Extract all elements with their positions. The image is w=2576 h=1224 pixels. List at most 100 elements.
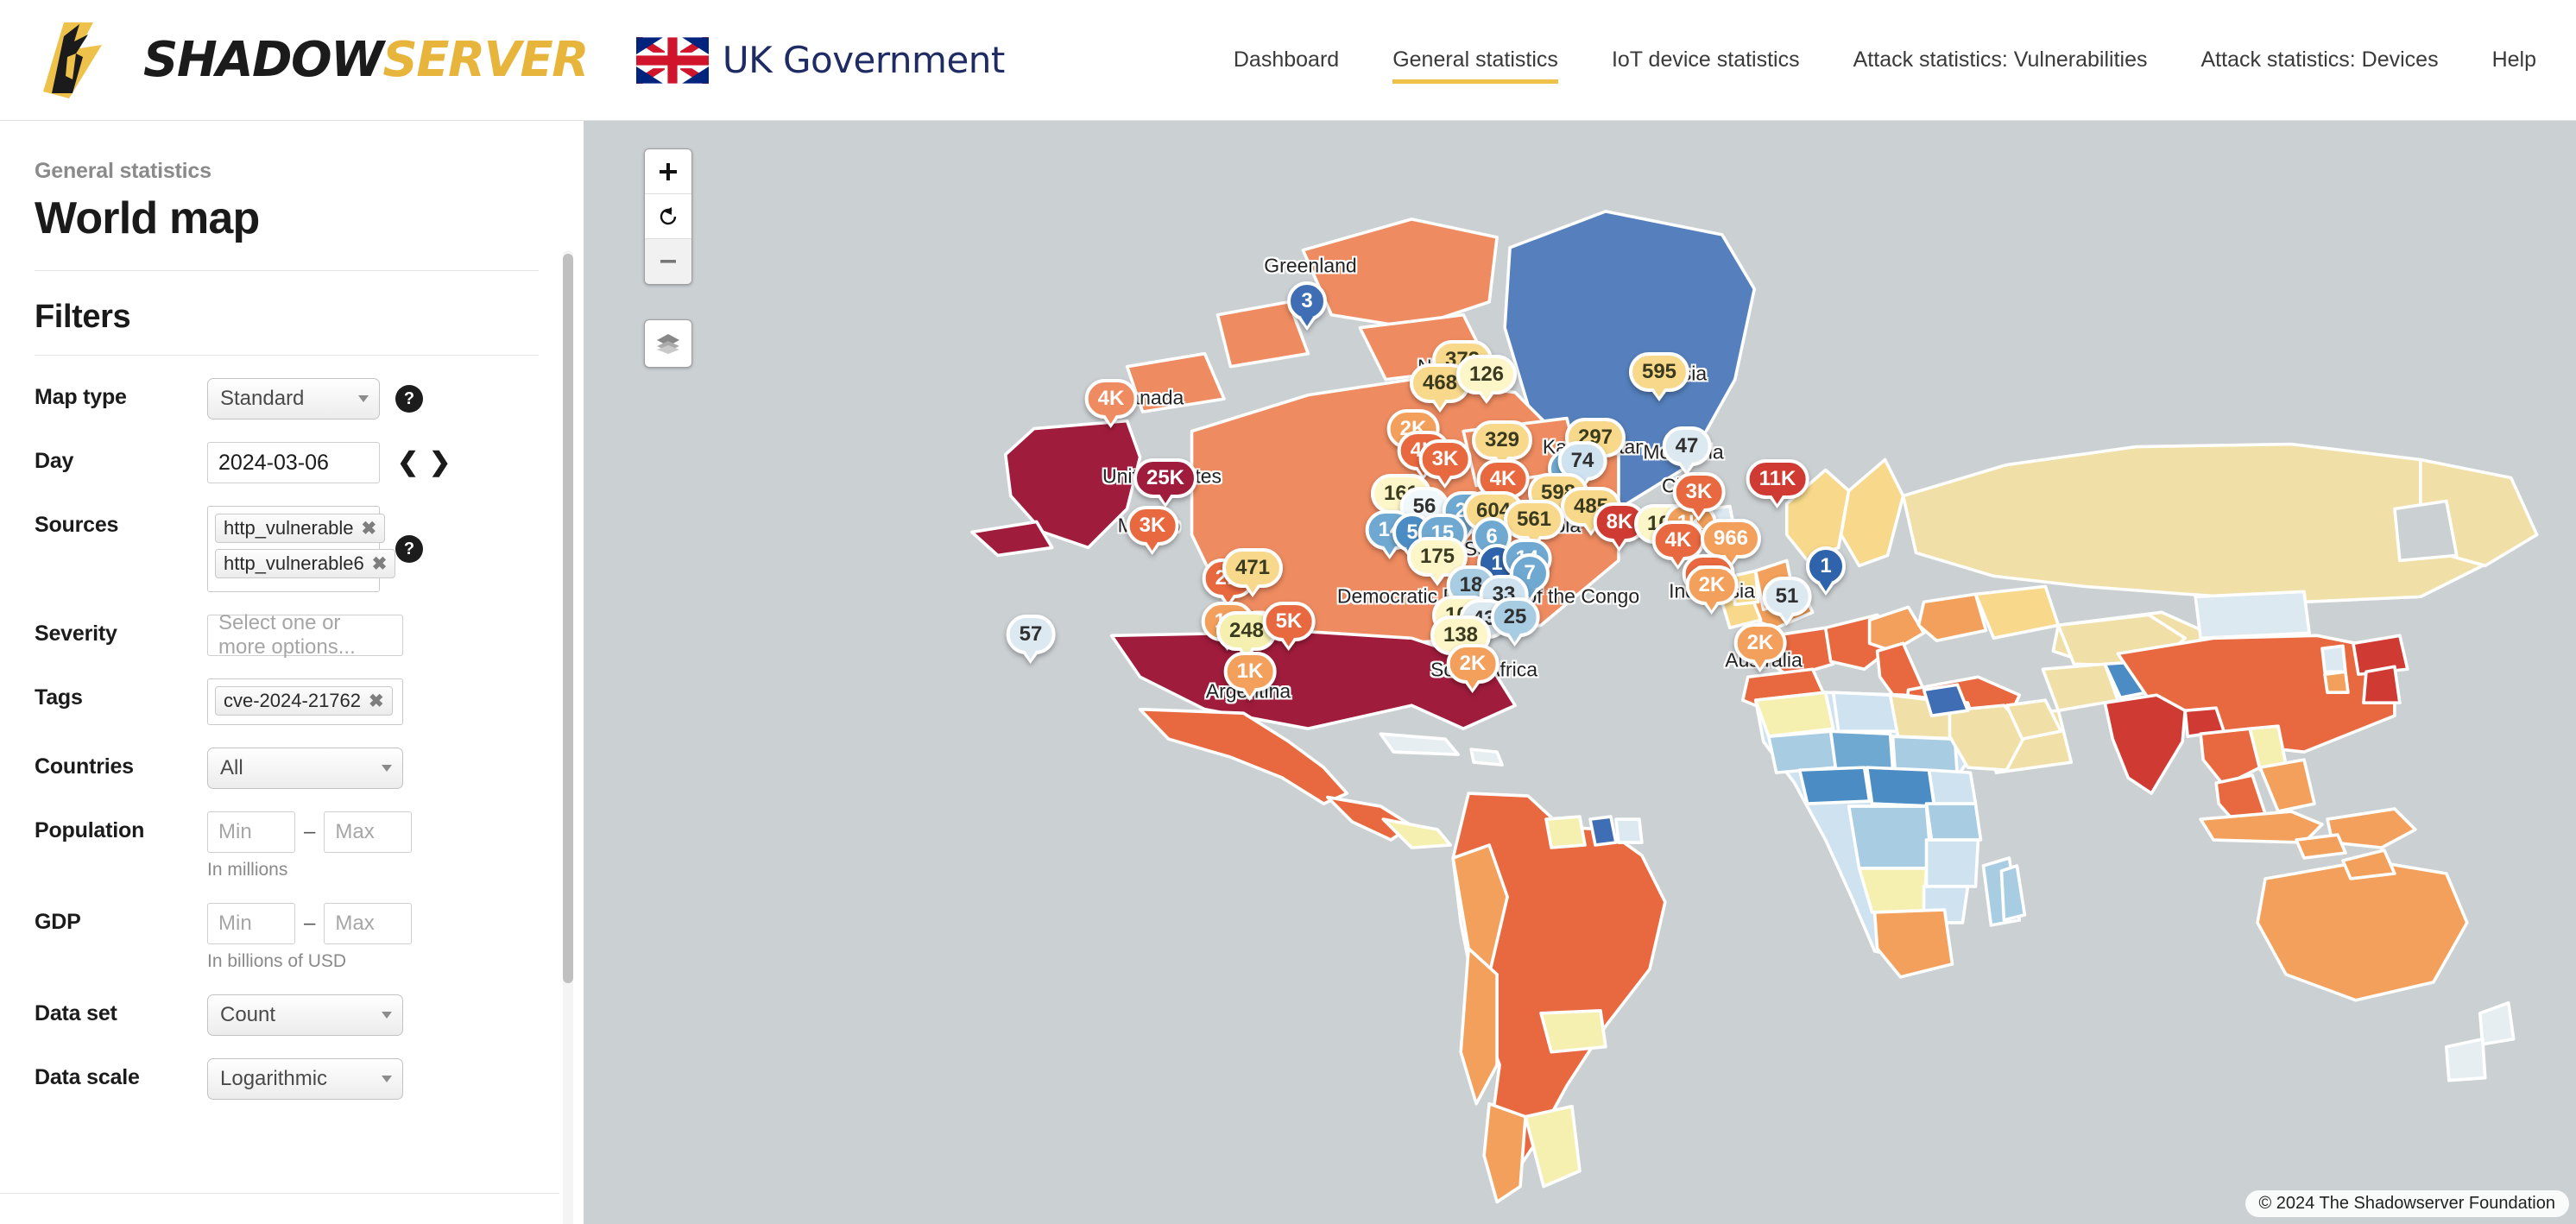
brand-server-text: SERVER (382, 31, 589, 88)
nav-item-iot-device-statistics[interactable]: IoT device statistics (1612, 42, 1800, 78)
gdp-label: GDP (35, 910, 81, 934)
tags-label: Tags (35, 685, 83, 710)
marker-tail-inner (1652, 388, 1665, 397)
tag-token[interactable]: cve-2024-21762 ✖ (215, 686, 393, 716)
map-type-label: Map type (35, 385, 127, 409)
map-count-marker[interactable]: 57 (1006, 615, 1056, 664)
zoom-in-button[interactable] (645, 149, 691, 194)
population-min-placeholder: Min (218, 820, 252, 843)
data-set-select[interactable]: Count (207, 994, 403, 1036)
sources-help-icon[interactable]: ? (395, 535, 423, 563)
map-count-marker[interactable]: 1K (1223, 652, 1277, 701)
day-input[interactable]: 2024-03-06 (207, 442, 380, 483)
data-scale-select[interactable]: Logarithmic (207, 1058, 403, 1100)
marker-count-label: 1K (1223, 652, 1277, 691)
map-copyright: © 2024 The Shadowserver Foundation (2245, 1190, 2569, 1217)
map-count-marker[interactable]: 51 (1762, 577, 1812, 626)
map-count-marker[interactable]: 126 (1455, 355, 1518, 404)
nav-item-attack-statistics-devices[interactable]: Attack statistics: Devices (2201, 42, 2439, 78)
marker-count-label: 25K (1133, 458, 1198, 498)
brand-block[interactable]: SHADOW SERVER (38, 19, 589, 102)
filter-row-tags: Tags cve-2024-21762 ✖ (35, 678, 539, 725)
map-count-marker[interactable]: 47 (1662, 426, 1712, 476)
uk-government-block: UK Government (635, 36, 1005, 84)
marker-tail-inner (1508, 633, 1521, 642)
zoom-out-button[interactable] (645, 239, 691, 284)
marker-tail-inner (1771, 495, 1784, 504)
filter-row-data-scale: Data scale Logarithmic (35, 1058, 539, 1100)
map-count-marker[interactable]: 3K (1672, 472, 1726, 521)
map-count-marker[interactable]: 3K (1126, 506, 1179, 555)
marker-count-label: 11K (1746, 459, 1809, 499)
map-count-marker[interactable]: 11K (1746, 459, 1809, 508)
marker-count-label: 25 (1490, 597, 1540, 637)
marker-count-label: 3K (1126, 506, 1179, 546)
filter-row-gdp: GDP Min – Max In billions of USD (35, 903, 539, 972)
close-x-icon[interactable]: ✖ (361, 518, 376, 539)
marker-tail-inner (1430, 572, 1443, 582)
filter-row-data-set: Data set Count (35, 994, 539, 1036)
source-token[interactable]: http_vulnerable6 ✖ (215, 549, 396, 578)
map-count-marker[interactable]: 25K (1133, 458, 1198, 508)
marker-tail-inner (1693, 508, 1705, 517)
gdp-max-placeholder: Max (335, 912, 375, 935)
sources-label: Sources (35, 513, 119, 537)
map-reset-button[interactable] (645, 194, 691, 239)
filter-row-countries: Countries All (35, 748, 539, 789)
marker-tail-inner (1105, 414, 1117, 424)
nav-item-general-statistics[interactable]: General statistics (1392, 42, 1558, 84)
countries-value: All (220, 756, 243, 779)
map-zoom-controls (644, 148, 692, 285)
close-x-icon[interactable]: ✖ (369, 691, 384, 712)
chevron-down-icon (382, 1012, 392, 1019)
map-layers-button[interactable] (644, 319, 692, 368)
app-header: SHADOW SERVER UK Government Dashboard Ge… (0, 0, 2576, 121)
gdp-max-input[interactable]: Max (324, 903, 413, 944)
map-count-marker[interactable]: 1 (1806, 546, 1846, 596)
map-type-select[interactable]: Standard (207, 378, 380, 420)
source-token-label: http_vulnerable6 (224, 552, 364, 574)
chevron-right-icon[interactable]: ❯ (424, 447, 456, 477)
population-min-input[interactable]: Min (207, 811, 295, 853)
title-divider (35, 270, 539, 271)
sources-multiselect[interactable]: http_vulnerable ✖ http_vulnerable6 ✖ (207, 506, 396, 592)
marker-count-label: 2K (1446, 644, 1500, 684)
gdp-min-placeholder: Min (218, 912, 252, 935)
filter-row-day: Day 2024-03-06 ❮ ❯ (35, 442, 539, 483)
map-count-marker[interactable]: 25 (1490, 597, 1540, 647)
data-set-label: Data set (35, 1001, 117, 1025)
filter-row-severity: Severity Select one or more options... (35, 611, 539, 659)
marker-count-label: 2K (1685, 565, 1739, 605)
world-map-landmasses (970, 210, 2539, 1204)
filters-heading: Filters (35, 299, 131, 335)
chevron-down-icon (358, 395, 369, 402)
nav-item-help[interactable]: Help (2492, 42, 2536, 78)
marker-count-label: 561 (1503, 500, 1565, 539)
gdp-min-input[interactable]: Min (207, 903, 295, 944)
map-count-marker[interactable]: 2K (1446, 644, 1500, 693)
source-token[interactable]: http_vulnerable ✖ (215, 514, 386, 543)
map-count-marker[interactable]: 2K (1685, 565, 1739, 615)
nav-item-dashboard[interactable]: Dashboard (1234, 42, 1339, 78)
close-x-icon[interactable]: ✖ (372, 553, 388, 575)
tags-multiselect[interactable]: cve-2024-21762 ✖ (207, 678, 403, 725)
nav-item-attack-statistics-vulnerabilities[interactable]: Attack statistics: Vulnerabilities (1853, 42, 2148, 78)
population-label: Population (35, 818, 145, 842)
countries-select[interactable]: All (207, 748, 403, 789)
map-count-marker[interactable]: 595 (1628, 352, 1690, 401)
map-count-marker[interactable]: 4K (1084, 379, 1138, 428)
severity-multiselect[interactable]: Select one or more options... (207, 611, 403, 659)
map-count-marker[interactable]: 2K (1733, 623, 1787, 672)
shadowserver-logo-icon (43, 22, 102, 98)
marker-count-label: 126 (1455, 355, 1518, 394)
marker-tail-inner (1480, 390, 1493, 400)
map-count-marker[interactable]: 3 (1287, 281, 1327, 331)
sidebar-scrollbar-thumb[interactable] (563, 254, 573, 983)
world-map[interactable]: GreenlandCanadaUnited StatesMexicoBrazil… (584, 121, 2576, 1224)
map-type-help-icon[interactable]: ? (395, 385, 423, 413)
chevron-left-icon[interactable]: ❮ (392, 447, 424, 477)
sidebar-scrollbar[interactable] (563, 250, 573, 1224)
map-count-marker[interactable]: 5K (1262, 602, 1316, 651)
population-max-input[interactable]: Max (324, 811, 413, 853)
map-count-marker[interactable]: 471 (1222, 548, 1284, 597)
